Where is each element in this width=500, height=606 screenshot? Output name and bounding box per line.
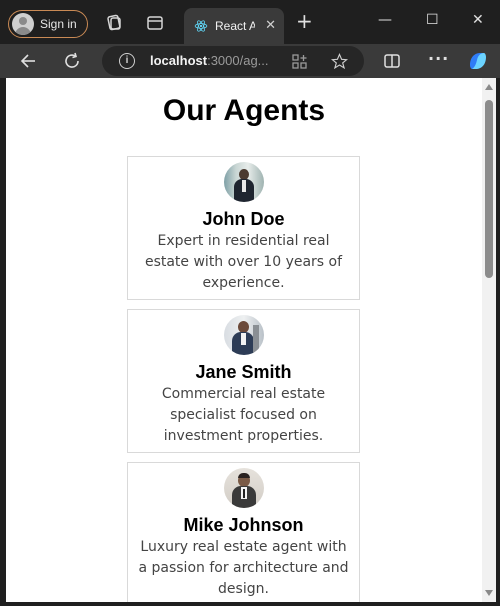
agent-card: Jane Smith Commercial real estate specia…	[127, 309, 360, 453]
agent-photo	[223, 315, 264, 355]
page-viewport: Our Agents John Doe Expert in residentia…	[6, 78, 482, 602]
split-screen-icon[interactable]	[383, 52, 401, 70]
agent-description: Expert in residential real estate with o…	[144, 233, 343, 291]
workspaces-icon[interactable]	[105, 14, 123, 32]
agent-card: Mike Johnson Luxury real estate agent wi…	[127, 462, 360, 602]
sign-in-button[interactable]: Sign in	[8, 10, 88, 38]
tab-actions-icon[interactable]	[146, 14, 164, 32]
tab-title: React A	[215, 19, 255, 33]
more-options-icon[interactable]: ···	[428, 49, 449, 68]
agent-description: Luxury real estate agent with a passion …	[138, 539, 349, 597]
favorite-star-icon[interactable]	[331, 53, 348, 70]
agent-name: John Doe	[202, 209, 285, 229]
agent-card: John Doe Expert in residential real esta…	[127, 156, 360, 300]
scroll-down-arrow-icon[interactable]	[485, 590, 493, 596]
page-title: Our Agents	[162, 94, 326, 127]
maximize-icon[interactable]: ☐	[426, 12, 439, 28]
site-info-icon[interactable]: i	[119, 53, 135, 69]
refresh-icon[interactable]	[63, 52, 81, 70]
scrollbar-thumb[interactable]	[485, 100, 493, 278]
browser-toolbar: i localhost:3000/ag... ···	[0, 44, 500, 78]
close-tab-icon[interactable]: ✕	[265, 18, 276, 33]
scroll-up-arrow-icon[interactable]	[485, 84, 493, 90]
app-available-icon[interactable]	[292, 54, 307, 69]
copilot-icon[interactable]	[466, 49, 490, 73]
tab-react-app[interactable]: React A ✕	[184, 8, 284, 44]
close-window-icon[interactable]: ✕	[472, 12, 484, 28]
minimize-icon[interactable]: —	[378, 12, 392, 28]
profile-avatar-icon	[12, 13, 34, 35]
agent-description: Commercial real estate specialist focuse…	[161, 386, 326, 444]
page-scrollbar[interactable]	[482, 78, 496, 602]
agent-name: Jane Smith	[195, 362, 292, 382]
react-favicon-icon	[194, 20, 208, 32]
address-bar[interactable]: i localhost:3000/ag...	[102, 46, 364, 76]
new-tab-icon[interactable]: +	[296, 11, 313, 31]
browser-title-bar: Sign in React A ✕ + — ☐ ✕	[0, 0, 500, 44]
url-text[interactable]: localhost:3000/ag...	[150, 53, 269, 68]
agent-photo	[223, 162, 264, 202]
agent-name: Mike Johnson	[183, 515, 304, 535]
sign-in-label: Sign in	[40, 17, 77, 31]
agent-photo	[223, 468, 264, 508]
back-icon[interactable]	[19, 52, 37, 70]
